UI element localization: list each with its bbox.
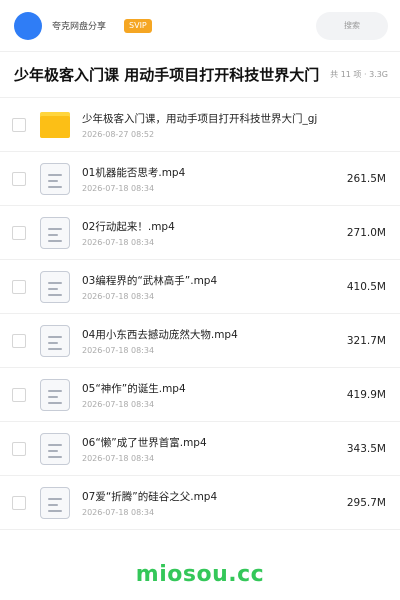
file-date: 2026-07-18 08:34 [82,345,155,355]
file-size: 271.0M [346,226,386,239]
file-info: 少年极客入门课，用动手项目打开科技世界大门_gj 2026-08-27 08:52 [82,111,386,139]
file-info: 02行动起来！.mp4 2026-07-18 08:34 [82,219,339,247]
list-item[interactable]: 02行动起来！.mp4 2026-07-18 08:34 271.0M [0,206,400,260]
file-icon [40,432,70,465]
file-icon [40,324,70,357]
file-type-icon-wrap [38,378,72,412]
file-type-icon-wrap [38,162,72,196]
list-item[interactable]: 少年极客入门课，用动手项目打开科技世界大门_gj 2026-08-27 08:52 [0,98,400,152]
file-date: 2026-07-18 08:34 [82,291,155,301]
list-item[interactable]: 04用小东西去撼动庞然大物.mp4 2026-07-18 08:34 321.7M [0,314,400,368]
file-name[interactable]: 04用小东西去撼动庞然大物.mp4 [82,327,339,342]
select-checkbox[interactable] [12,279,26,294]
file-info: 01机器能否思考.mp4 2026-07-18 08:34 [82,165,339,193]
file-date: 2026-07-18 08:34 [82,183,155,193]
select-checkbox[interactable] [12,171,26,186]
file-date: 2026-07-18 08:34 [82,507,155,517]
share-meta: 共 11 项 · 3.3G [330,70,388,79]
file-size: 261.5M [346,172,386,185]
file-icon [40,270,70,303]
file-name[interactable]: 02行动起来！.mp4 [82,219,339,234]
file-date: 2026-07-18 08:34 [82,399,155,409]
list-item[interactable]: 06“懒”成了世界首富.mp4 2026-07-18 08:34 343.5M [0,422,400,476]
select-checkbox[interactable] [12,333,26,348]
footer: miosou.cc [0,548,400,600]
page-title: 少年极客入门课 用动手项目打开科技世界大门 [14,66,320,84]
file-type-icon-wrap [38,486,72,520]
list-item[interactable]: 01机器能否思考.mp4 2026-07-18 08:34 261.5M [0,152,400,206]
share-title-row: 少年极客入门课 用动手项目打开科技世界大门 共 11 项 · 3.3G [0,52,400,98]
file-type-icon-wrap [38,270,72,304]
select-checkbox[interactable] [12,441,26,456]
folder-icon [40,111,70,138]
file-size: 343.5M [346,442,386,455]
list-item[interactable]: 05“神作”的诞生.mp4 2026-07-18 08:34 419.9M [0,368,400,422]
top-bar: 夸克网盘分享 SVIP 搜索 [0,0,400,52]
file-type-icon-wrap [38,108,72,142]
search-input[interactable]: 搜索 [316,11,388,40]
search-placeholder: 搜索 [344,21,360,30]
file-type-icon-wrap [38,216,72,250]
file-info: 05“神作”的诞生.mp4 2026-07-18 08:34 [82,381,339,409]
file-name[interactable]: 少年极客入门课，用动手项目打开科技世界大门_gj [82,111,386,126]
file-name[interactable]: 05“神作”的诞生.mp4 [82,381,339,396]
app-name: 夸克网盘分享 [52,22,107,32]
file-icon [40,378,70,411]
select-checkbox[interactable] [12,117,26,132]
file-size: 321.7M [346,334,386,347]
file-size: 410.5M [346,280,386,293]
file-info: 06“懒”成了世界首富.mp4 2026-07-18 08:34 [82,435,339,463]
file-name[interactable]: 01机器能否思考.mp4 [82,165,339,180]
file-size: 295.7M [346,496,386,509]
file-type-icon-wrap [38,324,72,358]
file-info: 04用小东西去撼动庞然大物.mp4 2026-07-18 08:34 [82,327,339,355]
select-checkbox[interactable] [12,225,26,240]
select-checkbox[interactable] [12,387,26,402]
file-date: 2026-07-18 08:34 [82,453,155,463]
file-info: 03编程界的“武林高手”.mp4 2026-07-18 08:34 [82,273,339,301]
file-date: 2026-08-27 08:52 [82,129,155,139]
file-icon [40,162,70,195]
svip-badge: SVIP [124,18,152,33]
list-item[interactable]: 07爱“折腾”的硅谷之父.mp4 2026-07-18 08:34 295.7M [0,476,400,530]
file-size: 419.9M [346,388,386,401]
list-item[interactable]: 03编程界的“武林高手”.mp4 2026-07-18 08:34 410.5M [0,260,400,314]
file-name[interactable]: 07爱“折腾”的硅谷之父.mp4 [82,489,339,504]
file-icon [40,216,70,249]
select-checkbox[interactable] [12,495,26,510]
file-list: 少年极客入门课，用动手项目打开科技世界大门_gj 2026-08-27 08:52… [0,98,400,530]
file-icon [40,486,70,519]
file-name[interactable]: 03编程界的“武林高手”.mp4 [82,273,339,288]
file-info: 07爱“折腾”的硅谷之父.mp4 2026-07-18 08:34 [82,489,339,517]
file-name[interactable]: 06“懒”成了世界首富.mp4 [82,435,339,450]
file-date: 2026-07-18 08:34 [82,237,155,247]
file-type-icon-wrap [38,432,72,466]
site-watermark: miosou.cc [135,561,265,587]
avatar[interactable] [14,11,42,40]
